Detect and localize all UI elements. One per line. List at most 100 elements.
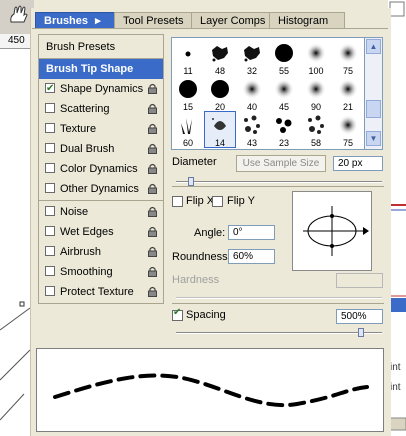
- option-checkbox[interactable]: [45, 246, 55, 256]
- brush-tip-cell[interactable]: 11: [172, 39, 204, 76]
- lock-icon[interactable]: [148, 246, 157, 257]
- brush-tip-cell[interactable]: 15: [172, 75, 204, 112]
- option-checkbox[interactable]: [45, 286, 55, 296]
- brush-tip-cell[interactable]: 14: [204, 111, 236, 148]
- brush-tip-icon: [181, 118, 192, 134]
- tab-brushes[interactable]: Brushes ▸: [35, 12, 119, 29]
- use-sample-size-button[interactable]: Use Sample Size: [236, 155, 326, 172]
- tab-tool-presets[interactable]: Tool Presets: [114, 12, 198, 29]
- option-other-dynamics[interactable]: Other Dynamics: [39, 179, 163, 199]
- lock-icon[interactable]: [148, 163, 157, 174]
- scroll-up-icon[interactable]: ▲: [366, 39, 381, 54]
- option-label: Wet Edges: [60, 226, 114, 238]
- brush-tip-shape-item[interactable]: Brush Tip Shape: [39, 59, 163, 79]
- option-color-dynamics[interactable]: Color Dynamics: [39, 159, 163, 179]
- hardness-input: [336, 273, 383, 288]
- spacing-slider-track[interactable]: [176, 332, 382, 334]
- diameter-slider-handle[interactable]: [188, 177, 194, 186]
- option-scattering[interactable]: Scattering: [39, 99, 163, 119]
- diameter-slider-track[interactable]: [176, 181, 382, 183]
- option-wet-edges[interactable]: Wet Edges: [39, 222, 163, 242]
- flip-x-label: Flip X: [186, 195, 215, 207]
- diameter-input[interactable]: 20 px: [333, 156, 383, 171]
- brush-tip-size: 43: [246, 138, 257, 148]
- option-dual-brush[interactable]: Dual Brush: [39, 139, 163, 159]
- brush-tip-cell[interactable]: 60: [172, 111, 204, 148]
- brush-grid-scrollbar[interactable]: ▲ ▼: [364, 37, 383, 150]
- brush-tip-cell[interactable]: 48: [204, 39, 236, 76]
- tab-label: Histogram: [278, 15, 329, 27]
- tab-label: Layer Comps: [200, 15, 266, 27]
- option-label: Protect Texture: [60, 286, 134, 298]
- option-checkbox[interactable]: [45, 143, 55, 153]
- brush-tip-cell[interactable]: 40: [236, 75, 268, 112]
- brush-tip-icon: [274, 79, 294, 99]
- brush-tip-cell[interactable]: 23: [268, 111, 300, 148]
- option-shape-dynamics[interactable]: Shape Dynamics: [39, 79, 163, 99]
- option-checkbox[interactable]: [45, 226, 55, 236]
- option-label: Texture: [60, 123, 97, 135]
- scroll-down-icon[interactable]: ▼: [366, 131, 381, 146]
- lock-icon[interactable]: [148, 206, 157, 217]
- flip-x-checkbox[interactable]: [172, 196, 183, 207]
- lock-icon[interactable]: [148, 103, 157, 114]
- angle-input[interactable]: 0°: [228, 225, 275, 240]
- canvas-path-lines: [0, 301, 31, 421]
- tab-layer-comps[interactable]: Layer Comps: [191, 12, 277, 29]
- brush-tip-cell[interactable]: 100: [300, 39, 332, 76]
- brush-tip-icon: [211, 80, 229, 98]
- roundness-input[interactable]: 60%: [228, 249, 275, 264]
- scroll-thumb[interactable]: [366, 100, 381, 118]
- brush-tip-grid[interactable]: 11 48 32 55 100 75 15 20 40 45 90 21 60 14 43 23 58 75: [171, 37, 365, 150]
- brush-tip-icon: [308, 115, 324, 134]
- lock-icon[interactable]: [148, 123, 157, 134]
- option-checkbox[interactable]: [45, 266, 55, 276]
- hand-icon[interactable]: [6, 4, 32, 26]
- tab-arrow-icon[interactable]: ▸: [95, 15, 101, 27]
- brush-tip-cell[interactable]: 20: [204, 75, 236, 112]
- lock-icon[interactable]: [148, 183, 157, 194]
- brush-tip-cell[interactable]: 21: [332, 75, 364, 112]
- brush-presets-item[interactable]: Brush Presets: [39, 37, 163, 57]
- flip-y-label: Flip Y: [227, 195, 255, 207]
- brush-settings-list: Brush Presets Brush Tip Shape Shape Dyna…: [38, 34, 164, 304]
- option-protect-texture[interactable]: Protect Texture: [39, 282, 163, 302]
- brush-tip-size: 14: [214, 138, 225, 148]
- brush-tip-cell[interactable]: 58: [300, 111, 332, 148]
- lock-icon[interactable]: [148, 226, 157, 237]
- spacing-input[interactable]: 500%: [336, 309, 383, 324]
- lock-icon[interactable]: [148, 83, 157, 94]
- option-texture[interactable]: Texture: [39, 119, 163, 139]
- brush-tip-cell[interactable]: 75: [332, 111, 364, 148]
- lock-icon[interactable]: [148, 143, 157, 154]
- option-checkbox[interactable]: [45, 183, 55, 193]
- option-label: Color Dynamics: [60, 163, 138, 175]
- option-checkbox[interactable]: [45, 103, 55, 113]
- spacing-checkbox[interactable]: [172, 307, 183, 321]
- brush-tip-cell[interactable]: 32: [236, 39, 268, 76]
- brush-tip-shape-label: Brush Tip Shape: [46, 63, 134, 75]
- option-airbrush[interactable]: Airbrush: [39, 242, 163, 262]
- spacing-slider-handle[interactable]: [358, 328, 364, 337]
- option-checkbox[interactable]: [45, 206, 55, 216]
- brush-tip-icon: [306, 43, 326, 63]
- flip-y-checkbox[interactable]: [212, 196, 223, 207]
- angle-roundness-preview[interactable]: [292, 191, 372, 271]
- option-smoothing[interactable]: Smoothing: [39, 262, 163, 282]
- brush-tip-cell[interactable]: 90: [300, 75, 332, 112]
- option-checkbox[interactable]: [45, 123, 55, 133]
- option-checkbox[interactable]: [45, 79, 55, 99]
- lock-icon[interactable]: [148, 266, 157, 277]
- brush-presets-label: Brush Presets: [46, 41, 116, 53]
- tab-histogram[interactable]: Histogram: [269, 12, 345, 29]
- brush-angle-icon[interactable]: [293, 192, 371, 270]
- brush-tip-cell[interactable]: 43: [236, 111, 268, 148]
- option-noise[interactable]: Noise: [39, 202, 163, 222]
- brush-tip-cell[interactable]: 55: [268, 39, 300, 76]
- brush-tip-cell[interactable]: 45: [268, 75, 300, 112]
- lock-icon[interactable]: [148, 286, 157, 297]
- option-label: Shape Dynamics: [60, 83, 144, 95]
- brush-tip-cell[interactable]: 75: [332, 39, 364, 76]
- divider: [39, 200, 163, 201]
- option-checkbox[interactable]: [45, 163, 55, 173]
